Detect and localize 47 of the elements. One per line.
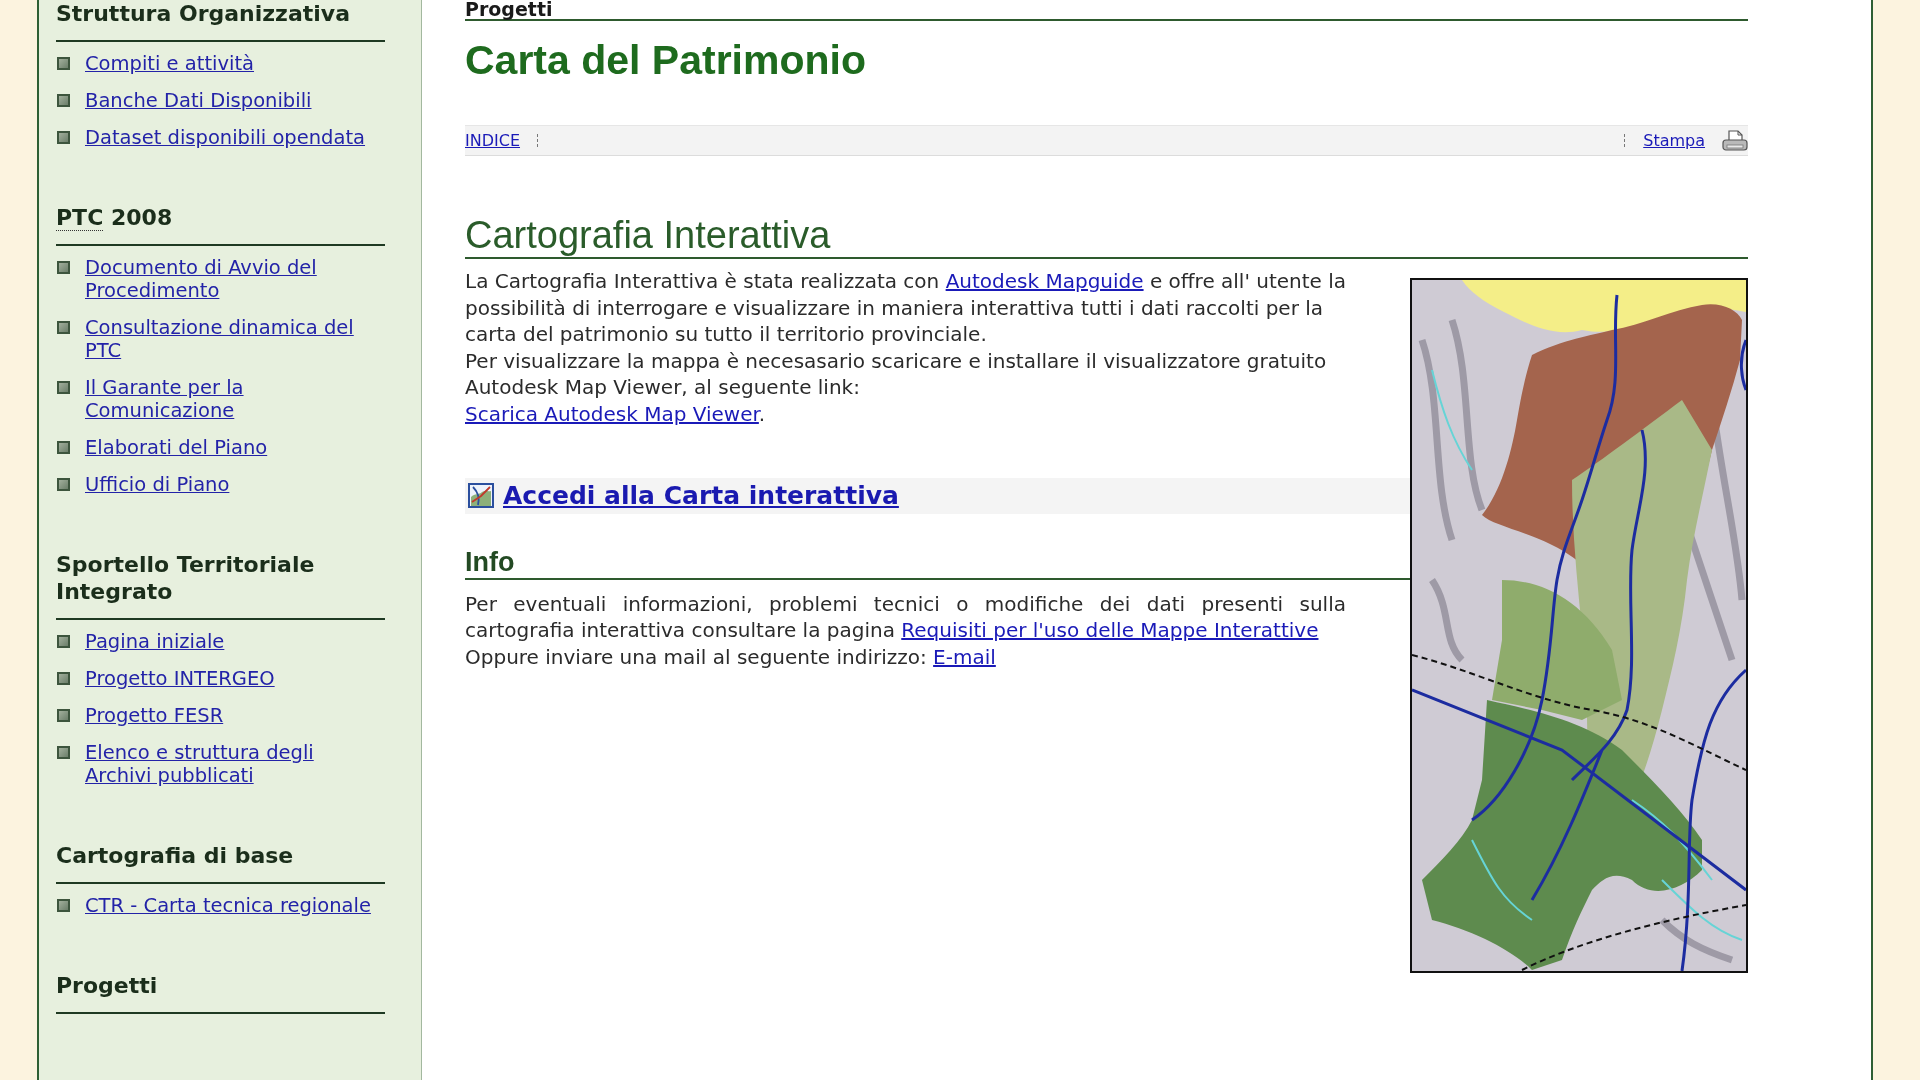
sidebar-link[interactable]: Progetto FESR: [85, 704, 224, 727]
square-bullet-icon: [57, 94, 70, 107]
print-link[interactable]: Stampa: [1643, 131, 1705, 150]
sidebar-heading: Sportello Territoriale Integrato: [56, 551, 385, 620]
info-heading: Info: [465, 546, 1410, 580]
square-bullet-icon: [57, 899, 70, 912]
intro-paragraph: La Cartografia Interattiva è stata realizzata con Autodesk Mapguide e offre all' utente la possibilità di interrogare e visualizzare in maniera interattiva tutti i dati raccolti per la carta del patrimonio su tutto il territorio provinciale.: [465, 268, 1348, 348]
square-bullet-icon: [57, 478, 70, 491]
breadcrumb: Progetti: [465, 0, 1748, 21]
sidebar-link[interactable]: Documento di Avvio del Procedimento: [85, 256, 378, 302]
square-bullet-icon: [57, 709, 70, 722]
square-bullet-icon: [57, 635, 70, 648]
download-paragraph: Per visualizzare la mappa è necesasario scaricare e installare il visualizzatore gratuito Autodesk Map Viewer, al seguente link: Scarica Autodesk Map Viewer.: [465, 347, 1328, 428]
access-link[interactable]: Accedi alla Carta interattiva: [503, 481, 899, 511]
printer-icon[interactable]: [1722, 129, 1748, 152]
sidebar-link[interactable]: Pagina iniziale: [85, 630, 225, 653]
sidebar-link[interactable]: Ufficio di Piano: [85, 473, 230, 496]
sidebar-heading: Cartografia di base: [56, 842, 385, 884]
square-bullet-icon: [57, 57, 70, 70]
square-bullet-icon: [57, 321, 70, 334]
page-title: Carta del Patrimonio: [465, 38, 867, 82]
sidebar-heading: PTC 2008: [56, 204, 385, 246]
sidebar-link[interactable]: CTR - Carta tecnica regionale: [85, 894, 371, 917]
index-link[interactable]: INDICE: [465, 131, 520, 150]
square-bullet-icon: [57, 381, 70, 394]
sidebar-link[interactable]: Elaborati del Piano: [85, 436, 268, 459]
square-bullet-icon: [57, 672, 70, 685]
sidebar-heading: Progetti: [56, 972, 385, 1014]
info-paragraph: Per eventuali informazioni, problemi tecnici o modifiche dei dati presenti sulla cartografia interattiva consultare la pagina Requisiti per l'uso delle Mappe Interattive Oppure inviare una mail al seguente indirizzo: E-mail: [465, 590, 1347, 671]
sidebar-link[interactable]: Dataset disponibili opendata: [85, 126, 366, 149]
section-heading: Cartografia Interattiva: [465, 214, 1748, 259]
map-icon[interactable]: [468, 483, 494, 509]
sidebar-link[interactable]: Compiti e attività: [85, 52, 254, 75]
sidebar-link[interactable]: Il Garante per la Comunicazione: [85, 376, 378, 422]
square-bullet-icon: [57, 441, 70, 454]
requirements-link[interactable]: Requisiti per l'uso delle Mappe Interattive: [901, 618, 1319, 643]
sidebar-link[interactable]: Elenco e struttura degli Archivi pubblicati: [85, 741, 378, 787]
sidebar-link[interactable]: Progetto INTERGEO: [85, 667, 275, 690]
sidebar-link[interactable]: Banche Dati Disponibili: [85, 89, 312, 112]
sidebar-heading: Struttura Organizzativa: [56, 0, 385, 42]
square-bullet-icon: [57, 746, 70, 759]
square-bullet-icon: [57, 131, 70, 144]
mapguide-link[interactable]: Autodesk Mapguide: [945, 269, 1144, 293]
email-link[interactable]: E-mail: [933, 644, 996, 669]
square-bullet-icon: [57, 261, 70, 274]
download-link[interactable]: Scarica Autodesk Map Viewer: [465, 401, 759, 426]
sidebar-link[interactable]: Consultazione dinamica del PTC: [85, 316, 378, 362]
